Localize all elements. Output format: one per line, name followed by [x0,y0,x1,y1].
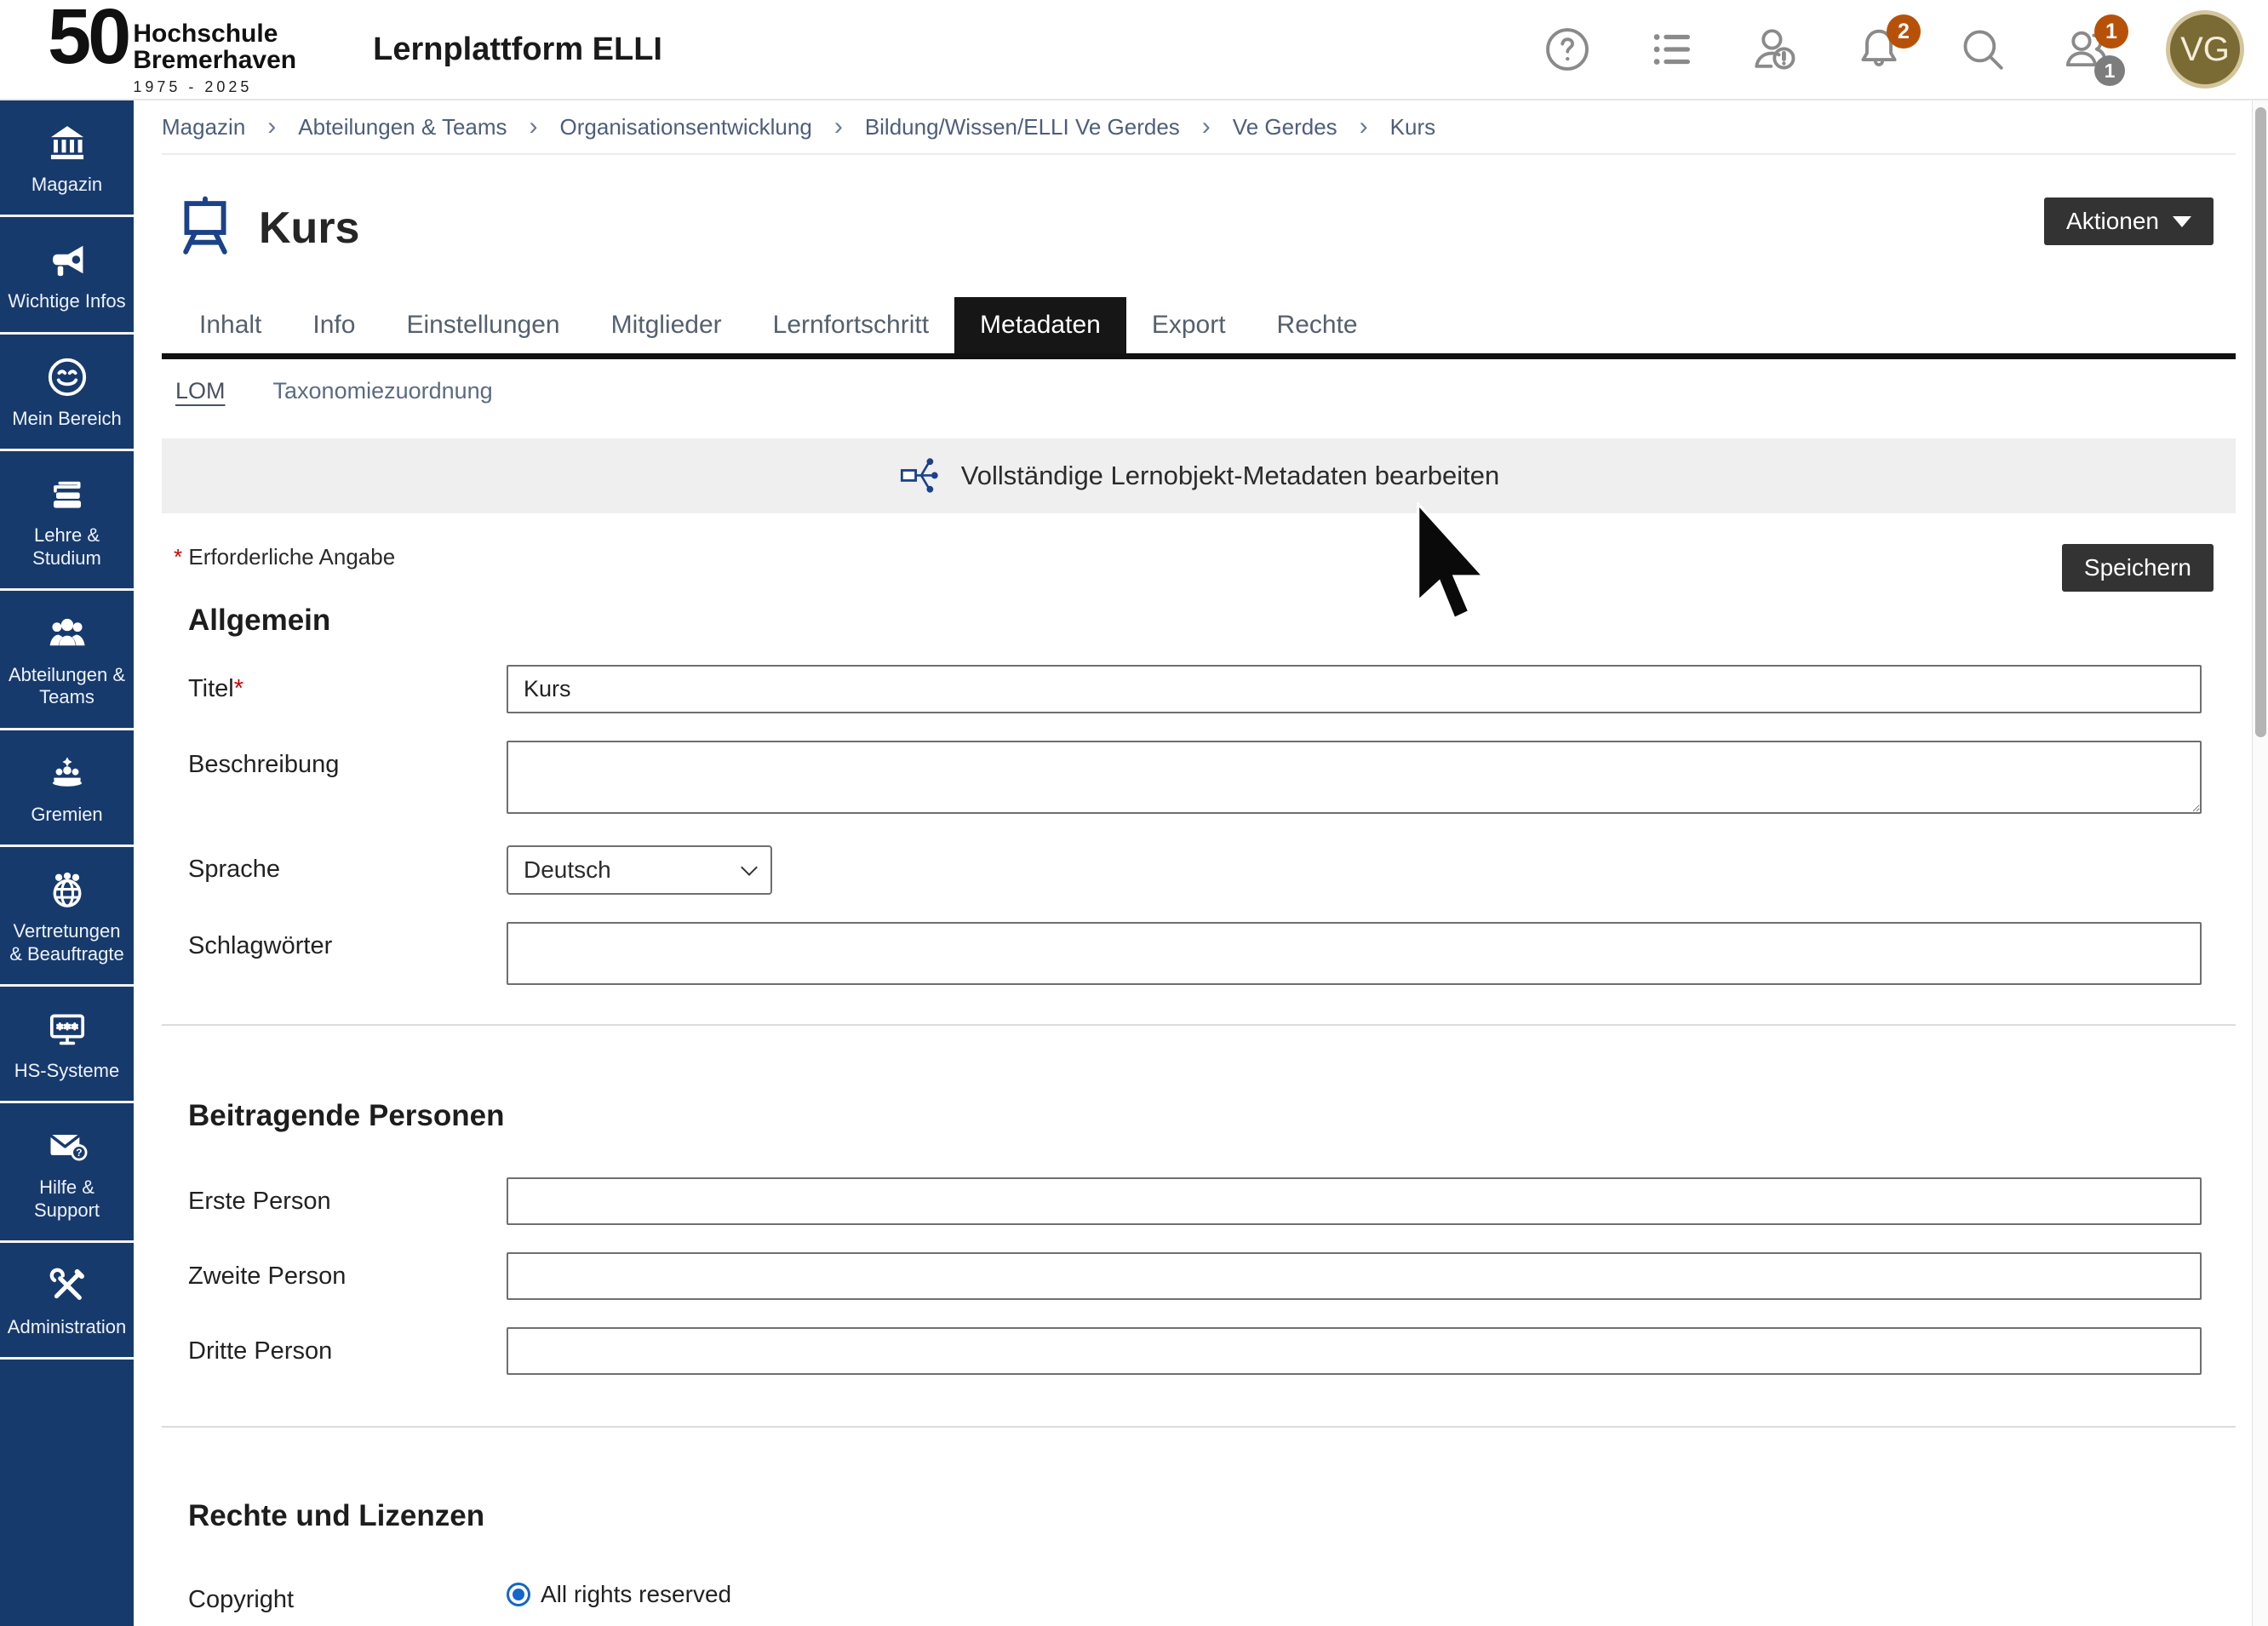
schlagwoerter-input[interactable] [507,922,2202,985]
main-sidebar: Magazin Wichtige Infos Mein Bereich Lehr… [0,100,134,1626]
user-alert-icon[interactable] [1750,25,1800,74]
main-content: Magazin Abteilungen & Teams Organisation… [134,100,2253,1626]
edit-full-metadata-link[interactable]: Vollständige Lernobjekt-Metadaten bearbe… [162,438,2236,513]
contacts-icon[interactable]: 1 1 [2062,25,2111,74]
avatar[interactable]: VG [2166,10,2244,89]
beschreibung-label: Beschreibung [188,741,507,779]
top-header: 50 Hochschule Bremerhaven 1975 - 2025 Le… [0,0,2268,100]
chevron-down-icon [741,859,758,876]
tab-inhalt[interactable]: Inhalt [174,297,287,353]
megaphone-icon [45,238,89,282]
sidebar-item-hilfe-support[interactable]: ? Hilfe & Support [0,1103,134,1243]
university-logo: 50 Hochschule Bremerhaven 1975 - 2025 [48,3,296,96]
section-allgemein: Allgemein [162,604,2236,638]
monitor-icon [45,1007,89,1051]
tab-einstellungen[interactable]: Einstellungen [381,297,585,353]
sidebar-item-wichtige-infos[interactable]: Wichtige Infos [0,217,134,334]
sidebar-item-lehre-studium[interactable]: Lehre & Studium [0,451,134,591]
bullet-list-icon[interactable] [1647,25,1696,74]
globe-people-icon [45,867,89,912]
mail-help-icon: ? [45,1124,89,1168]
section-rechte-lizenzen: Rechte und Lizenzen [162,1499,2236,1533]
smiley-icon [45,355,89,399]
contacts-badge-bottom: 1 [2094,55,2125,86]
section-divider [162,1426,2236,1428]
sidebar-item-abteilungen-teams[interactable]: Abteilungen & Teams [0,591,134,730]
sidebar-item-hs-systeme[interactable]: HS-Systeme [0,987,134,1103]
sidebar-item-vertretungen[interactable]: Vertretungen & Beauftragte [0,847,134,987]
breadcrumb-item[interactable]: Bildung/Wissen/ELLI Ve Gerdes [865,114,1180,140]
titel-input[interactable] [507,665,2202,713]
contacts-badge-top: 1 [2094,14,2128,49]
notifications-bell-icon[interactable]: 2 [1854,25,1904,74]
breadcrumb-item[interactable]: Ve Gerdes [1233,114,1337,140]
books-icon [45,472,89,516]
vertical-scrollbar [2252,100,2268,1626]
beschreibung-textarea[interactable] [507,741,2202,814]
actions-button[interactable]: Aktionen [2044,198,2214,245]
sprache-select[interactable]: Deutsch [507,845,772,895]
search-icon[interactable] [1958,25,2007,74]
subtab-lom[interactable]: LOM [175,378,226,404]
page-title: Kurs [259,203,359,254]
tab-mitglieder[interactable]: Mitglieder [586,297,747,353]
copyright-label: Copyright [188,1576,507,1614]
banner-label: Vollständige Lernobjekt-Metadaten bearbe… [961,461,1500,491]
tab-metadaten[interactable]: Metadaten [954,297,1126,353]
sidebar-item-administration[interactable]: Administration [0,1243,134,1360]
breadcrumb-separator [530,114,538,140]
logo-50: 50 [48,3,128,72]
tab-lernfortschritt[interactable]: Lernfortschritt [747,297,954,353]
tab-underline [162,353,2236,359]
breadcrumb-item[interactable]: Magazin [162,114,245,140]
app-title: Lernplattform ELLI [373,31,662,68]
erste-person-input[interactable] [507,1177,2202,1225]
breadcrumb-separator [267,114,276,140]
sidebar-item-magazin[interactable]: Magazin [0,100,134,217]
tools-icon [45,1263,89,1308]
sidebar-item-mein-bereich[interactable]: Mein Bereich [0,335,134,451]
tab-info[interactable]: Info [287,297,381,353]
tab-rechte[interactable]: Rechte [1251,297,1383,353]
tab-export[interactable]: Export [1126,297,1251,353]
breadcrumb-item[interactable]: Abteilungen & Teams [298,114,507,140]
course-easel-icon [174,189,237,266]
sprache-label: Sprache [188,845,507,884]
breadcrumb: Magazin Abteilungen & Teams Organisation… [162,100,2236,155]
metadata-tree-icon [898,452,942,500]
section-beitragende-personen: Beitragende Personen [162,1099,2236,1133]
dritte-person-input[interactable] [507,1327,2202,1375]
scrollbar-thumb[interactable] [2255,107,2266,737]
help-icon[interactable] [1543,25,1592,74]
save-button[interactable]: Speichern [2062,544,2214,592]
breadcrumb-separator [1360,114,1368,140]
section-divider [162,1024,2236,1026]
svg-text:?: ? [76,1147,82,1159]
zweite-person-label: Zweite Person [188,1252,507,1291]
breadcrumb-separator [834,114,843,140]
logo-line1: Hochschule [133,21,296,48]
bell-badge: 2 [1887,14,1921,49]
subtab-taxonomiezuordnung[interactable]: Taxonomiezuordnung [273,378,493,404]
copyright-radio[interactable] [507,1583,530,1606]
subtab-bar: LOM Taxonomiezuordnung [162,359,2236,404]
required-note: * Erforderliche Angabe [174,544,395,570]
dritte-person-label: Dritte Person [188,1327,507,1365]
sidebar-item-gremien[interactable]: Gremien [0,730,134,847]
schlagwoerter-label: Schlagwörter [188,922,507,960]
erste-person-label: Erste Person [188,1177,507,1216]
logo-line2: Bremerhaven [133,48,296,74]
people-group-icon [45,611,89,656]
chevron-down-icon [2173,216,2191,227]
zweite-person-input[interactable] [507,1252,2202,1300]
committee-icon [45,751,89,795]
logo-years: 1975 - 2025 [133,78,296,96]
titel-label: Titel* [188,665,507,703]
tab-bar: Inhalt Info Einstellungen Mitglieder Ler… [162,297,2236,353]
breadcrumb-item[interactable]: Kurs [1390,114,1435,140]
breadcrumb-item[interactable]: Organisationsentwicklung [560,114,812,140]
copyright-option-label: All rights reserved [541,1581,731,1608]
breadcrumb-separator [1202,114,1211,140]
bank-icon [45,121,89,165]
